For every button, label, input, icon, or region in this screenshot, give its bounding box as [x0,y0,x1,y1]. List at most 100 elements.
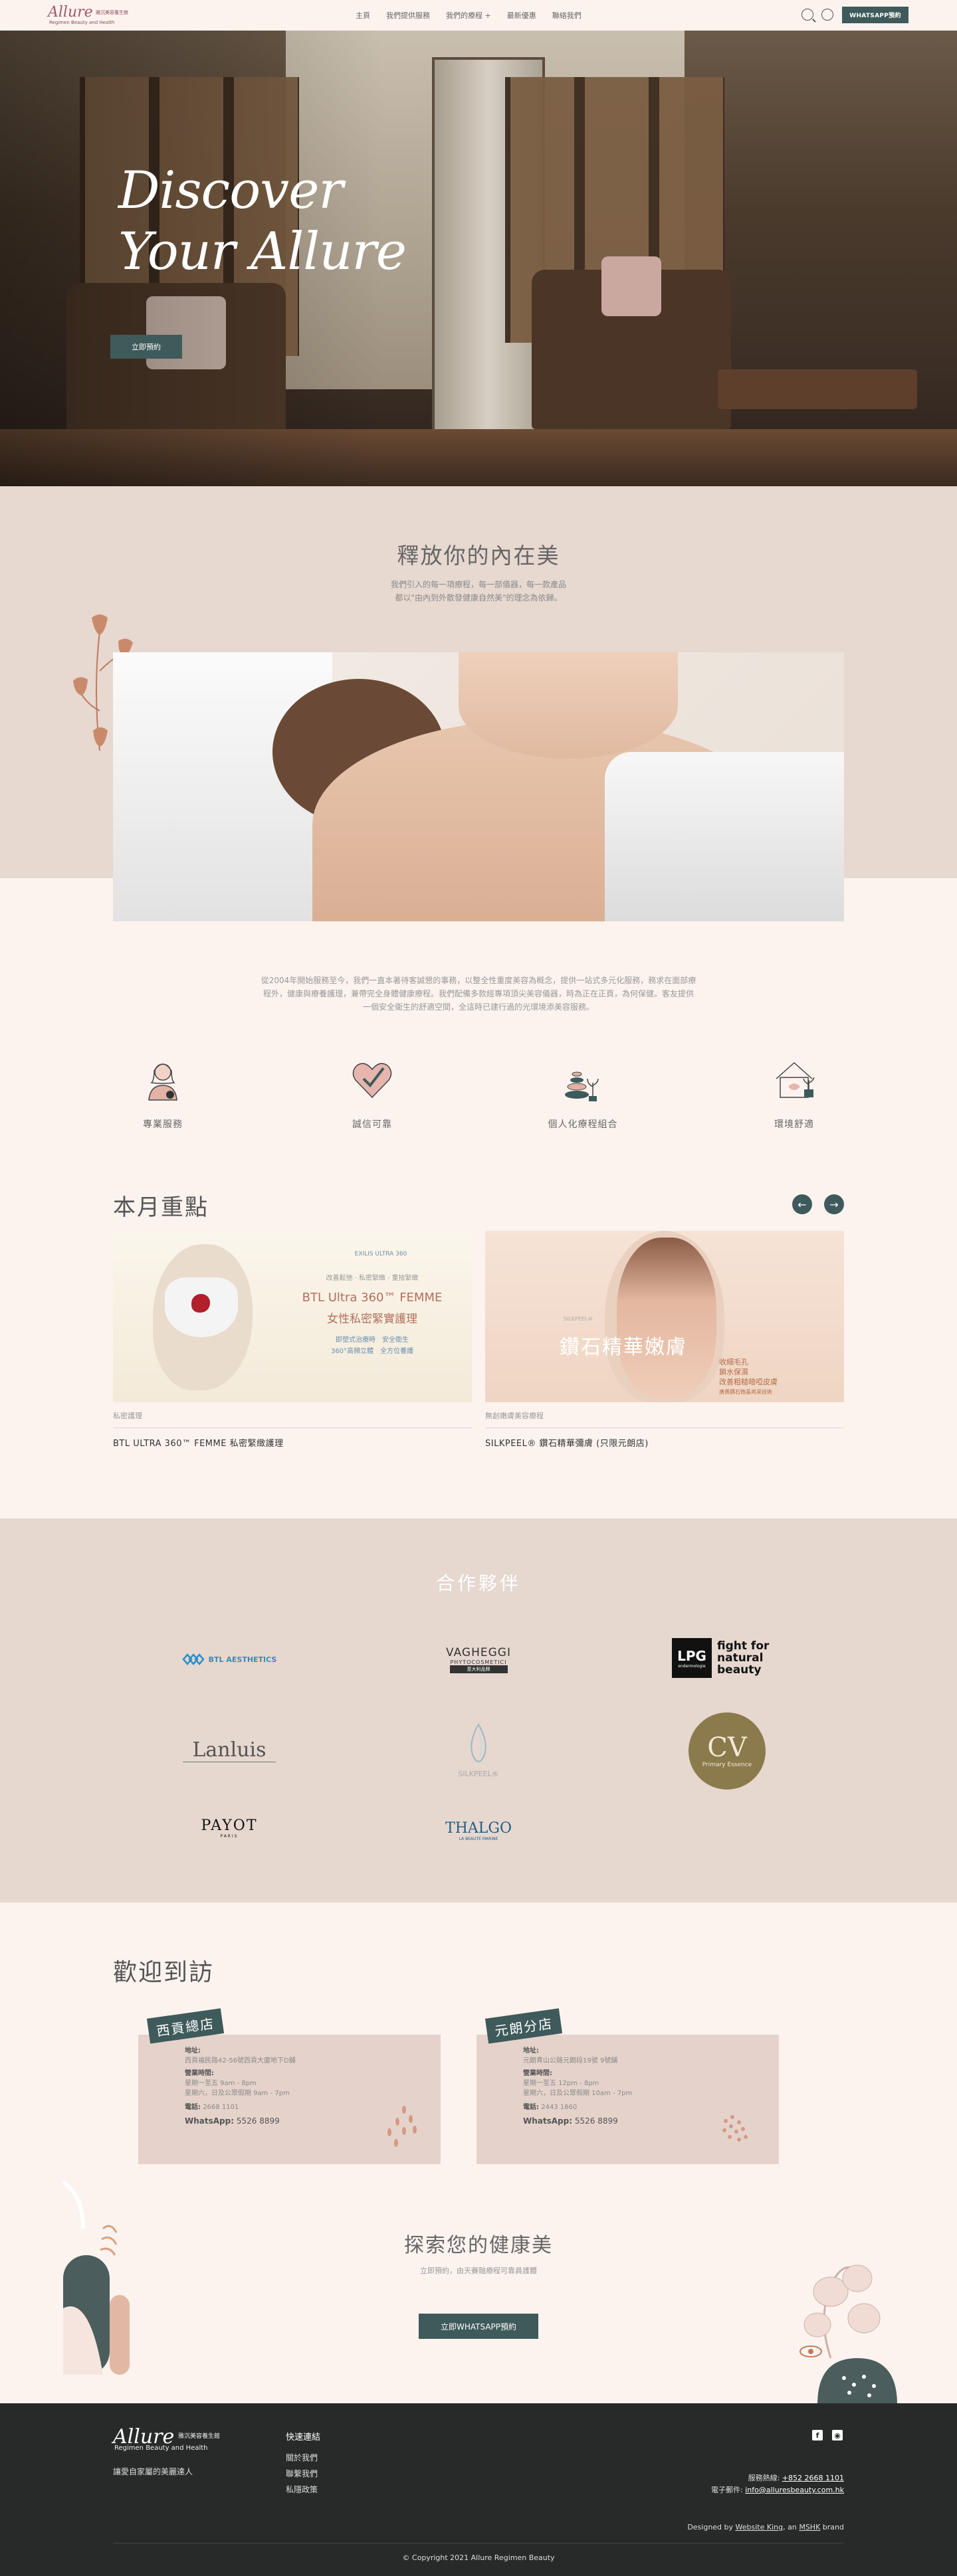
main-nav: 主頁 我們提供服務 我們的療程 + 最新優惠 聯絡我們 [356,0,582,31]
feature-label: 誠信可靠 [352,1119,392,1130]
footer-link-privacy[interactable]: 私隱政策 [286,2482,320,2498]
dot-cluster-icon [722,2115,748,2142]
footer-logo[interactable]: Allure 雅沉美容養生館 Regimen Beauty and Health [113,2427,220,2452]
benefit-4: 唐黃鑽石微晶亮采技術 [719,1389,772,1395]
phone[interactable]: 2443 1860 [541,2104,577,2111]
branch-tag: 西貢總店 [146,2008,225,2044]
feature-professional: 專業服務 [113,1056,213,1131]
nav-offers[interactable]: 最新優惠 [507,10,536,21]
partner-logo-thalgo: THALGO LA BEAUTÉ MARINE [432,1817,525,1844]
nav-services[interactable]: 我們提供服務 [386,10,430,21]
phone-label: 服務熱線: [748,2474,780,2482]
image-benefits: 收細毛孔 鎖水保濕 改善粗糙暗啞皮膚 唐黃鑽石微晶亮采技術 [719,1357,778,1397]
image-sub2: 360°高頻立體 全方位養護 [330,1348,414,1355]
branch-card-yuenlong: 元朗分店 地址: 元朗青山公路元朗段19號 9號舖 營業時間: 星期一至五 12… [477,2008,779,2164]
partner-sub2: 意大利品牌 [449,1665,508,1673]
footer-phone[interactable]: +852 2668 1101 [782,2474,844,2482]
partner-name: Lanluis [192,1738,266,1762]
whatsapp-book-button[interactable]: 立即WHATSAPP預約 [419,2314,538,2339]
search-icon[interactable] [801,9,813,21]
partner-name: SILKPEEL® [458,1769,499,1778]
image-title-cn: 女性私密緊實護理 [327,1313,417,1326]
benefit-3: 改善粗糙暗啞皮膚 [719,1378,778,1386]
whatsapp-number[interactable]: 5526 8899 [575,2116,618,2126]
site-logo[interactable]: Allure 雅沉美容養生館 Regimen Beauty and Health [48,5,134,26]
lpg-mark: LPG endermologie [672,1638,712,1678]
partner-sub2: endermologie [678,1663,706,1669]
footer-slogan: 讓愛自家屬的美麗達人 [113,2467,193,2476]
hours-weekday: 星期一至五 12pm - 8pm [523,2080,599,2087]
btl-diamond-icon [181,1653,205,1665]
partner-name: PAYOT [201,1817,258,1834]
card-title[interactable]: SILKPEEL® 鑽石精華彌膚 (只限元朗店) [485,1436,844,1449]
designer-brand-link[interactable]: MSHK [799,2523,820,2531]
heart-check-icon [352,1063,392,1099]
footer-link-contact[interactable]: 聯繫我們 [286,2466,320,2482]
feature-label: 個人化療程組合 [548,1119,618,1130]
benefit-1: 收細毛孔 [719,1358,748,1366]
partner-sub: Primary Essence [702,1762,752,1768]
footer-link-about[interactable]: 關於我們 [286,2450,320,2466]
whatsapp-label: WhatsApp: [185,2116,235,2126]
footer-copyright: © Copyright 2021 Allure Regimen Beauty [402,2553,555,2562]
card-title[interactable]: BTL ULTRA 360™ FEMME 私密緊緻護理 [113,1436,472,1449]
language-icon[interactable] [821,9,833,21]
address: 西貢福民路42-56號西貢大廈地下D舖 [185,2057,296,2065]
footer-social: f ◉ [812,2430,843,2440]
intro-text-line1: 我們引入的每一項療程，每一部儀器，每一款產品 [390,580,566,589]
spa-pillow [605,752,844,921]
hours-weekend: 星期六，日及公眾假期 9am - 7pm [185,2090,290,2097]
model-face [617,1238,716,1397]
feature-label: 專業服務 [143,1119,183,1130]
designer-link[interactable]: Website King [736,2523,784,2531]
branch-card-saikung: 西貢總店 地址: 西貢福民路42-56號西貢大廈地下D舖 營業時間: 星期一至五… [138,2008,441,2164]
partner-logo-btl: BTL AESTHETICS [173,1646,286,1673]
partner-name: THALGO [445,1820,512,1837]
highlight-card[interactable]: EXILIS ULTRA 360 改善鬆弛 · 私密緊緻 · 重拾緊緻 BTL … [113,1231,472,1449]
nav-contact[interactable]: 聯絡我們 [552,10,582,21]
partner-logo-lanluis: Lanluis [176,1730,282,1770]
image-brand: EXILIS ULTRA 360 [354,1251,407,1257]
partner-logo-lpg: LPG endermologie fight for natural beaut… [668,1635,794,1681]
designed-mid: , an [783,2523,797,2531]
hero-title: Discover Your Allure [118,160,407,282]
facebook-icon[interactable]: f [812,2430,823,2440]
welcome-title: 歡迎到訪 [113,1959,215,1986]
footer-email[interactable]: info@alluresbeauty.com.hk [745,2486,844,2494]
silkpeel-image: SILKPEEL® 鑽石精華嫩膚 收細毛孔 鎖水保濕 改善粗糙暗啞皮膚 唐黃鑽石… [485,1231,844,1402]
card-category: 無創嫩膚美容療程 [485,1412,544,1420]
logo-en: Regimen Beauty and Health [49,20,115,25]
image-title: 鑽石精華嫩膚 [560,1336,687,1359]
whatsapp-number[interactable]: 5526 8899 [237,2116,280,2126]
hours-weekend: 星期六，日及公眾假期 10am - 7pm [523,2090,633,2097]
home-plant-icon [776,1061,815,1098]
intro-text: 我們引入的每一項療程，每一部儀器，每一款產品 都以"由內到外散發健康自然美"的理… [0,578,957,604]
image-sub1: 即塑式治療時 安全衛生 [336,1336,409,1344]
nav-home[interactable]: 主頁 [356,10,370,21]
phone[interactable]: 2668 1101 [203,2104,239,2111]
petal-dots-icon [387,2106,417,2147]
card-divider [485,1427,844,1428]
header-icons [801,9,833,21]
feature-label: 環境舒適 [774,1119,814,1130]
arrow-right-icon[interactable]: → [824,1194,844,1214]
highlight-card[interactable]: SILKPEEL® 鑽石精華嫩膚 收細毛孔 鎖水保濕 改善粗糙暗啞皮膚 唐黃鑽石… [485,1231,844,1449]
spa-hands [459,652,678,759]
image-tagline: 改善鬆弛 · 私密緊緻 · 重拾緊緻 [326,1275,419,1282]
branch-info: 地址: 西貢福民路42-56號西貢大廈地下D舖 營業時間: 星期一至五 9am … [185,2046,296,2126]
nav-treatments[interactable]: 我們的療程 + [446,10,491,21]
instagram-icon[interactable]: ◉ [832,2430,843,2440]
feature-comfort: 環境舒適 [744,1056,844,1131]
hero-book-button[interactable]: 立即預約 [110,335,182,359]
benefit-2: 鎖水保濕 [719,1368,748,1376]
feature-personalized: 個人化療程組合 [533,1056,633,1131]
partner-logo-payot: PAYOT PARIS [179,1815,279,1841]
card-divider [113,1427,472,1428]
partner-sub: LA BEAUTÉ MARINE [459,1837,498,1841]
whatsapp-booking-button[interactable]: WHATSAPP預約 [842,7,908,23]
arrow-left-icon[interactable]: ← [792,1194,812,1214]
footer-contact: 服務熱線: +852 2668 1101 電子郵件: info@alluresb… [711,2472,844,2496]
site-footer: Allure 雅沉美容養生館 Regimen Beauty and Health… [0,2403,957,2576]
hours-weekday: 星期一至五 9am - 8pm [185,2080,257,2087]
partner-sub: fight for natural beauty [717,1639,770,1677]
